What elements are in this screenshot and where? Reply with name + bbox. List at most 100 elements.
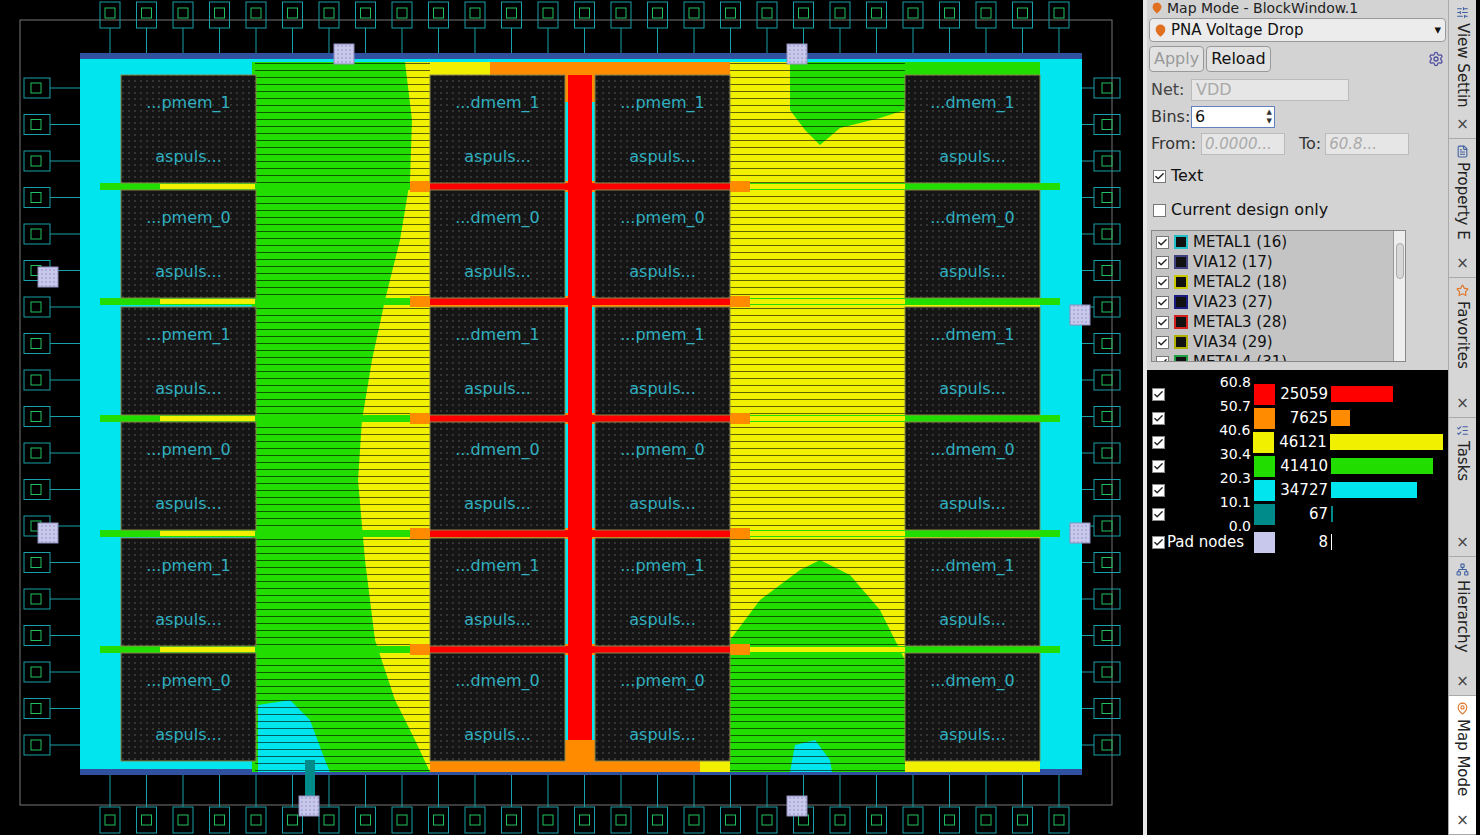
- side-tab[interactable]: Map Mode×: [1449, 696, 1476, 835]
- side-tab[interactable]: View Settin×: [1449, 0, 1476, 139]
- legend-bar: [1330, 434, 1443, 450]
- reload-button[interactable]: Reload: [1206, 46, 1270, 72]
- option-checkbox[interactable]: Current design only: [1153, 198, 1442, 222]
- close-button[interactable]: ×: [1456, 117, 1469, 132]
- legend-row[interactable]: 10.10.067: [1152, 502, 1443, 526]
- close-button[interactable]: ×: [1456, 396, 1469, 411]
- layer-item[interactable]: METAL1 (16): [1152, 232, 1393, 252]
- macro-block[interactable]: ...dmem_1aspuls...: [905, 538, 1040, 646]
- svg-text:...pmem_0: ...pmem_0: [146, 671, 231, 691]
- side-tab[interactable]: Property E×: [1449, 139, 1476, 278]
- macro-block[interactable]: ...dmem_0aspuls...: [905, 190, 1040, 298]
- layout-canvas[interactable]: ...pmem_1aspuls......dmem_1aspuls......p…: [0, 0, 1143, 835]
- legend-row[interactable]: 50.77625: [1152, 406, 1443, 430]
- macro-block[interactable]: ...pmem_1aspuls...: [595, 307, 730, 415]
- pad-node[interactable]: [299, 796, 319, 816]
- layer-item[interactable]: VIA23 (27): [1152, 292, 1393, 312]
- svg-text:aspuls...: aspuls...: [464, 379, 530, 398]
- scrollbar[interactable]: [1393, 231, 1405, 361]
- layer-item[interactable]: METAL4 (31): [1152, 352, 1393, 362]
- side-tab[interactable]: Hierarchy×: [1449, 557, 1476, 696]
- to-field[interactable]: 60.8...: [1325, 133, 1409, 155]
- close-button[interactable]: ×: [1456, 256, 1469, 271]
- legend-row[interactable]: 60.825059: [1152, 382, 1443, 406]
- pad-node[interactable]: [787, 44, 807, 64]
- map-type-dropdown[interactable]: PNA Voltage Drop▾: [1149, 18, 1446, 42]
- checkbox[interactable]: [1152, 436, 1165, 449]
- macro-block[interactable]: ...pmem_1aspuls...: [121, 307, 256, 415]
- macro-block[interactable]: ...dmem_1aspuls...: [905, 75, 1040, 183]
- layer-list[interactable]: METAL1 (16)VIA12 (17)METAL2 (18)VIA23 (2…: [1151, 230, 1406, 362]
- legend: 60.82505950.7762540.64612130.44141020.33…: [1147, 370, 1448, 835]
- checkbox[interactable]: [1152, 484, 1165, 497]
- legend-row[interactable]: 40.646121: [1152, 430, 1443, 454]
- macro-block[interactable]: ...pmem_1aspuls...: [595, 75, 730, 183]
- macro-block[interactable]: ...dmem_0aspuls...: [430, 190, 565, 298]
- option-checkbox[interactable]: Text: [1153, 164, 1442, 188]
- layer-item[interactable]: VIA34 (29): [1152, 332, 1393, 352]
- macro-block[interactable]: ...dmem_1aspuls...: [430, 75, 565, 183]
- check-icon: [1157, 357, 1168, 363]
- macro-block[interactable]: ...pmem_0aspuls...: [595, 653, 730, 761]
- macro-block[interactable]: ...pmem_0aspuls...: [595, 190, 730, 298]
- close-button[interactable]: ×: [1456, 535, 1469, 550]
- checkbox[interactable]: [1156, 316, 1169, 329]
- checkbox[interactable]: [1152, 412, 1165, 425]
- pad-node[interactable]: [1070, 305, 1090, 325]
- net-field[interactable]: VDD: [1191, 79, 1349, 101]
- checkbox[interactable]: [1152, 536, 1165, 549]
- macro-block[interactable]: ...pmem_0aspuls...: [595, 422, 730, 530]
- pad-node[interactable]: [334, 44, 354, 64]
- legend-bar: [1331, 386, 1393, 402]
- layer-item[interactable]: VIA12 (17): [1152, 252, 1393, 272]
- side-tab[interactable]: Tasks×: [1449, 418, 1476, 557]
- svg-text:aspuls...: aspuls...: [939, 725, 1005, 744]
- pad-node[interactable]: [38, 523, 58, 543]
- svg-text:aspuls...: aspuls...: [939, 610, 1005, 629]
- svg-text:...pmem_1: ...pmem_1: [146, 556, 231, 576]
- checkbox[interactable]: [1156, 336, 1169, 349]
- bins-spinbox[interactable]: 6▲▼: [1191, 106, 1275, 128]
- pad-node[interactable]: [1070, 523, 1090, 543]
- checkbox[interactable]: [1156, 256, 1169, 269]
- macro-block[interactable]: ...dmem_0aspuls...: [905, 653, 1040, 761]
- checkbox[interactable]: [1156, 296, 1169, 309]
- legend-row[interactable]: 20.334727: [1152, 478, 1443, 502]
- macro-block[interactable]: ...dmem_0aspuls...: [430, 653, 565, 761]
- macro-block[interactable]: ...pmem_1aspuls...: [121, 75, 256, 183]
- tab-icon: [1456, 424, 1469, 437]
- checkbox[interactable]: [1156, 356, 1169, 363]
- macro-block[interactable]: ...dmem_0aspuls...: [905, 422, 1040, 530]
- svg-text:aspuls...: aspuls...: [629, 262, 695, 281]
- layer-item[interactable]: METAL3 (28): [1152, 312, 1393, 332]
- checkbox[interactable]: [1156, 236, 1169, 249]
- svg-text:aspuls...: aspuls...: [629, 725, 695, 744]
- legend-row[interactable]: Pad nodes8: [1152, 530, 1443, 554]
- gear-icon[interactable]: [1428, 51, 1444, 67]
- macro-block[interactable]: ...pmem_0aspuls...: [121, 190, 256, 298]
- macro-block[interactable]: ...pmem_0aspuls...: [121, 422, 256, 530]
- macro-block[interactable]: ...pmem_1aspuls...: [595, 538, 730, 646]
- apply-button[interactable]: Apply: [1149, 46, 1204, 72]
- macro-block[interactable]: ...dmem_1aspuls...: [430, 307, 565, 415]
- checkbox[interactable]: [1152, 460, 1165, 473]
- close-button[interactable]: ×: [1456, 674, 1469, 689]
- macro-block[interactable]: ...pmem_1aspuls...: [121, 538, 256, 646]
- voltage-drop-map[interactable]: ...pmem_1aspuls......dmem_1aspuls......p…: [0, 0, 1143, 835]
- macro-block[interactable]: ...dmem_1aspuls...: [905, 307, 1040, 415]
- side-tab[interactable]: Favorites×: [1449, 278, 1476, 417]
- macro-block[interactable]: ...dmem_1aspuls...: [430, 538, 565, 646]
- pad-node[interactable]: [787, 796, 807, 816]
- checkbox[interactable]: [1152, 388, 1165, 401]
- from-field[interactable]: 0.0000...: [1201, 133, 1285, 155]
- legend-row[interactable]: 30.441410: [1152, 454, 1443, 478]
- close-button[interactable]: ×: [1456, 813, 1469, 828]
- checkbox[interactable]: [1153, 170, 1166, 183]
- pad-node[interactable]: [38, 267, 58, 287]
- macro-block[interactable]: ...pmem_0aspuls...: [121, 653, 256, 761]
- layer-item[interactable]: METAL2 (18): [1152, 272, 1393, 292]
- macro-block[interactable]: ...dmem_0aspuls...: [430, 422, 565, 530]
- checkbox[interactable]: [1156, 276, 1169, 289]
- checkbox[interactable]: [1152, 508, 1165, 521]
- checkbox[interactable]: [1153, 204, 1166, 217]
